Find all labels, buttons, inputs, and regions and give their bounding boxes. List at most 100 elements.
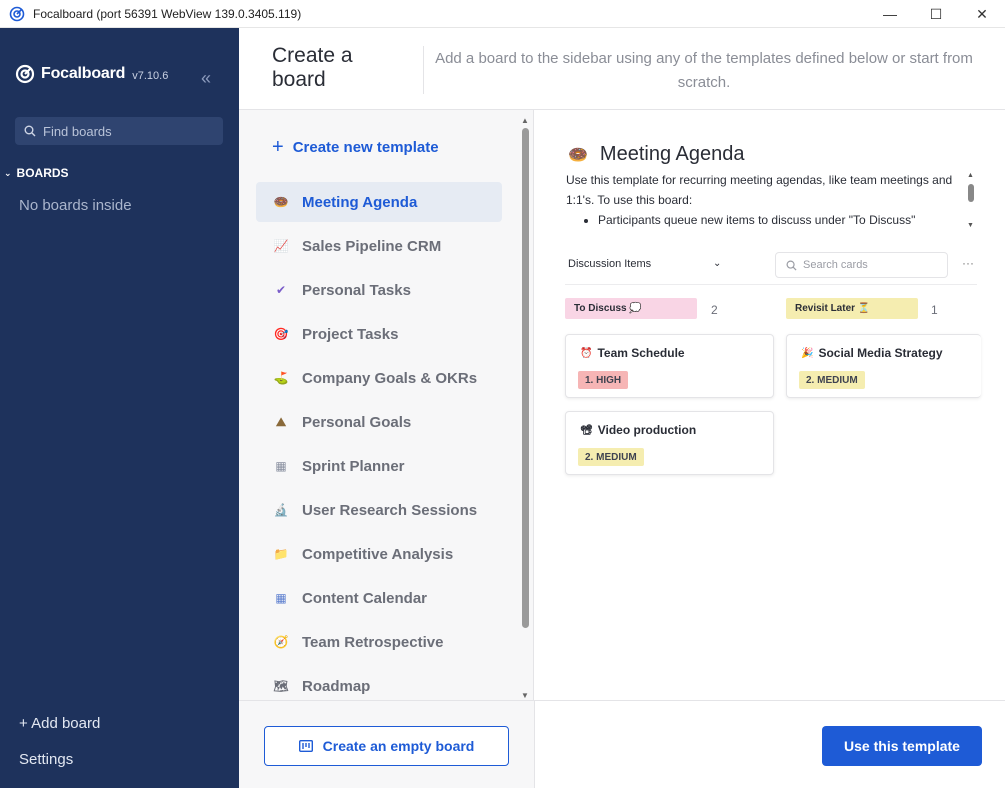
collapse-sidebar-icon[interactable]: «: [201, 68, 211, 89]
card-title: 📽 Video production: [580, 423, 696, 437]
dialog-title: Create a board: [272, 44, 353, 91]
view-selector[interactable]: Discussion Items ⌄: [568, 258, 728, 270]
card-title: 🎉 Social Media Strategy: [801, 346, 943, 360]
scroll-down-icon[interactable]: ▼: [521, 691, 529, 700]
search-cards-input[interactable]: [803, 259, 943, 271]
toolbar-divider: [565, 284, 977, 285]
template-item-user-research-sessions[interactable]: 🔬 User Research Sessions: [256, 490, 502, 530]
create-new-template-button[interactable]: + Create new template: [272, 136, 439, 159]
template-item-personal-tasks[interactable]: ✔ Personal Tasks: [256, 270, 502, 310]
brand-version: v7.10.6: [132, 69, 169, 82]
use-this-template-button[interactable]: Use this template: [822, 726, 982, 766]
template-item-label: Personal Goals: [302, 413, 412, 431]
template-item-label: Sprint Planner: [302, 457, 405, 475]
add-board-button[interactable]: + Add board: [19, 715, 100, 732]
description-scrollbar[interactable]: ▲ ▼: [967, 172, 975, 232]
card-title: ⏰ Team Schedule: [580, 346, 685, 360]
template-list-scrollbar[interactable]: ▲ ▼: [520, 116, 530, 700]
column-count: 1: [931, 303, 938, 317]
template-item-label: User Research Sessions: [302, 501, 478, 519]
chart-icon: 📈: [273, 239, 289, 253]
scroll-thumb[interactable]: [522, 128, 529, 628]
priority-tag: 1. HIGH: [578, 371, 629, 389]
card-team-schedule[interactable]: ⏰ Team Schedule 1. HIGH: [565, 334, 774, 398]
brand: Focalboard v7.10.6: [15, 64, 168, 84]
template-list: + Create new template 🍩 Meeting Agenda 📈…: [239, 110, 534, 700]
no-boards-text: No boards inside: [19, 197, 132, 214]
window-title: Focalboard (port 56391 WebView 139.0.340…: [33, 6, 302, 21]
template-item-label: Roadmap: [302, 677, 371, 695]
scroll-down-icon[interactable]: ▼: [967, 222, 974, 229]
column-to-discuss: To Discuss 💭: [565, 298, 697, 319]
minimize-button[interactable]: —: [867, 0, 913, 28]
footer-left: Create an empty board: [239, 701, 535, 788]
template-item-competitive-analysis[interactable]: 📁 Competitive Analysis: [256, 534, 502, 574]
maximize-button[interactable]: ☐: [913, 0, 959, 28]
alarm-clock-icon: ⏰: [580, 347, 593, 359]
plus-icon: +: [272, 136, 284, 158]
scroll-thumb[interactable]: [968, 184, 974, 202]
dialog-description: Add a board to the sidebar using any of …: [435, 50, 973, 91]
scroll-up-icon[interactable]: ▲: [521, 116, 529, 125]
brand-name: Focalboard: [41, 65, 126, 82]
chevron-down-icon: ⌄: [713, 258, 722, 269]
template-item-project-tasks[interactable]: 🎯 Project Tasks: [256, 314, 502, 354]
search-cards-field[interactable]: [775, 252, 948, 278]
settings-button[interactable]: Settings: [19, 751, 73, 768]
focalboard-logo-icon: [9, 6, 25, 21]
template-item-team-retrospective[interactable]: 🧭 Team Retrospective: [256, 622, 502, 662]
map-icon: 🗺: [273, 679, 289, 693]
search-icon: [786, 260, 797, 271]
golf-icon: ⛳: [273, 371, 289, 385]
boards-section-header[interactable]: ⌄ BOARDS: [4, 166, 69, 180]
party-popper-icon: 🎉: [801, 347, 814, 359]
preview-title-text: Meeting Agenda: [599, 143, 745, 165]
donut-icon: 🍩: [568, 146, 588, 164]
card-video-production[interactable]: 📽 Video production 2. MEDIUM: [565, 411, 774, 475]
mountain-icon: ⛰: [275, 414, 287, 429]
calendar-icon: ▦: [275, 459, 287, 473]
template-item-content-calendar[interactable]: ▦ Content Calendar: [256, 578, 502, 618]
template-item-sales-pipeline-crm[interactable]: 📈 Sales Pipeline CRM: [256, 226, 502, 266]
template-item-label: Content Calendar: [302, 589, 428, 607]
template-item-label: Sales Pipeline CRM: [302, 237, 442, 255]
check-icon: ✔: [275, 283, 287, 297]
create-empty-board-button[interactable]: Create an empty board: [264, 726, 509, 766]
board-icon: [298, 740, 313, 752]
card-title-text: Team Schedule: [597, 346, 685, 360]
preview-title: 🍩 Meeting Agenda: [568, 143, 744, 166]
target-icon: 🎯: [273, 327, 289, 341]
template-item-company-goals-okrs[interactable]: ⛳ Company Goals & OKRs: [256, 358, 502, 398]
template-item-meeting-agenda[interactable]: 🍩 Meeting Agenda: [256, 182, 502, 222]
template-item-sprint-planner[interactable]: ▦ Sprint Planner: [256, 446, 502, 486]
search-icon: [24, 125, 36, 137]
folder-icon: 📁: [273, 547, 289, 561]
view-name: Discussion Items: [568, 258, 652, 270]
column-count: 2: [711, 303, 718, 317]
preview-bullet: Participants queue new items to discuss …: [598, 210, 976, 230]
find-boards-input[interactable]: [43, 123, 213, 139]
donut-icon: 🍩: [273, 195, 289, 209]
template-item-label: Competitive Analysis: [302, 545, 454, 563]
calendar-icon: ▦: [275, 591, 287, 605]
dialog-footer: Create an empty board Use this template: [239, 700, 1005, 788]
more-options-icon[interactable]: ···: [962, 256, 974, 270]
template-item-label: Project Tasks: [302, 325, 399, 343]
header-divider: [423, 46, 424, 94]
priority-tag: 2. MEDIUM: [799, 371, 865, 389]
preview-description-text: Use this template for recurring meeting …: [566, 173, 953, 207]
template-item-personal-goals[interactable]: ⛰ Personal Goals: [256, 402, 502, 442]
sidebar: Focalboard v7.10.6 « ⌄ BOARDS No boards …: [0, 28, 239, 788]
priority-tag: 2. MEDIUM: [578, 448, 644, 466]
find-boards-field[interactable]: [15, 117, 223, 145]
microscope-icon: 🔬: [273, 503, 289, 517]
column-revisit-later: Revisit Later ⏳: [786, 298, 918, 319]
template-item-label: Company Goals & OKRs: [302, 369, 478, 387]
scroll-up-icon[interactable]: ▲: [967, 172, 974, 179]
film-projector-icon: 📽: [580, 424, 593, 436]
boards-header-label: BOARDS: [16, 166, 69, 180]
card-social-media-strategy[interactable]: 🎉 Social Media Strategy 2. MEDIUM: [786, 334, 981, 398]
template-item-label: Team Retrospective: [302, 633, 444, 651]
close-button[interactable]: ✕: [959, 0, 1005, 28]
compass-icon: 🧭: [273, 635, 289, 649]
